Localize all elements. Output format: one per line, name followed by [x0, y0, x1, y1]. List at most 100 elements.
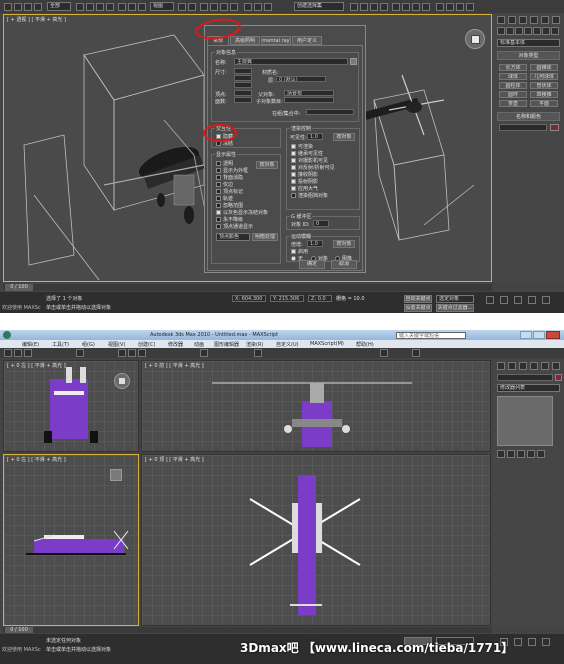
percent-snap-icon[interactable] [220, 3, 228, 11]
vertex-channel-select[interactable]: 顶点颜色 [216, 233, 250, 241]
make-unique-icon[interactable] [517, 450, 525, 458]
pan-icon[interactable] [514, 296, 522, 304]
modifier-stack[interactable] [497, 396, 553, 446]
menu-animation[interactable]: 动画 [194, 341, 204, 348]
see-through-checkbox[interactable] [216, 161, 221, 166]
menu-customize[interactable]: 自定义(U) [276, 341, 299, 348]
blur-none-radio[interactable] [291, 256, 296, 261]
menu-modifiers[interactable]: 修改器 [168, 341, 183, 348]
app-logo-icon[interactable] [3, 331, 11, 339]
utilities-tab-icon[interactable] [552, 16, 560, 24]
object-color-swatch[interactable] [550, 124, 559, 131]
systems-icon[interactable] [551, 27, 559, 35]
spinner-snap-icon[interactable] [230, 3, 238, 11]
menu-maxscript[interactable]: MAXScript(M) [310, 341, 344, 347]
move-icon[interactable] [118, 349, 126, 357]
create-tab-icon[interactable] [497, 16, 505, 24]
ignore-extents-checkbox[interactable] [216, 203, 221, 208]
object-name-field[interactable] [499, 124, 547, 131]
shaded-button[interactable]: 明暗处理 [252, 233, 278, 241]
align-icon[interactable] [264, 3, 272, 11]
name-field[interactable]: 主旋翼 [234, 58, 348, 65]
undo-icon[interactable] [4, 3, 12, 11]
teapot-button[interactable]: 茶壶 [499, 100, 527, 107]
apply-atmospherics-checkbox[interactable] [291, 186, 296, 191]
redo-icon[interactable] [14, 349, 22, 357]
viewcube-icon[interactable] [114, 373, 130, 389]
schematic-view-icon[interactable] [370, 3, 378, 11]
menu-group[interactable]: 组(G) [82, 341, 95, 348]
undo-icon[interactable] [4, 349, 12, 357]
render-by-object-button[interactable]: 按对象 [333, 133, 355, 141]
torus-button[interactable]: 圆环 [499, 91, 527, 98]
right-viewport-top[interactable]: [ + 0 前 ] [ 平滑 + 高光 ] [141, 360, 491, 452]
menu-rendering[interactable]: 渲染(R) [246, 341, 263, 348]
window-crossing-icon[interactable] [106, 3, 114, 11]
hierarchy-tab-icon[interactable] [519, 362, 527, 370]
menu-create[interactable]: 创建(C) [138, 341, 155, 348]
edges-only-checkbox[interactable] [216, 182, 221, 187]
extra-tool-icon-2[interactable] [446, 3, 454, 11]
tube-button[interactable]: 管状体 [530, 82, 558, 89]
menu-graph-editors[interactable]: 图形编辑器 [214, 341, 239, 348]
cast-shadows-checkbox[interactable] [291, 179, 296, 184]
render-setup-icon[interactable] [392, 3, 400, 11]
reference-coordinate-select[interactable]: 视图 [150, 2, 174, 11]
link-icon[interactable] [24, 3, 32, 11]
name-color-swatch[interactable] [350, 58, 357, 65]
mirror-icon[interactable] [254, 3, 262, 11]
primitive-type-dropdown[interactable]: 标准基本体 [497, 39, 560, 47]
motion-tab-icon[interactable] [530, 362, 538, 370]
motion-blur-by-object-button[interactable]: 按对象 [333, 240, 355, 248]
link-icon[interactable] [24, 349, 32, 357]
configure-modifier-sets-icon[interactable] [537, 450, 545, 458]
orbit-icon[interactable] [528, 296, 536, 304]
render-occluded-checkbox[interactable] [291, 193, 296, 198]
key-filter-select[interactable]: 选定对象 [436, 295, 474, 303]
named-selection-set[interactable]: 创建选择集 [294, 2, 344, 11]
pyramid-button[interactable]: 四棱锥 [530, 91, 558, 98]
geosphere-button[interactable]: 几何球体 [530, 73, 558, 80]
helpers-icon[interactable] [533, 27, 541, 35]
pan-icon[interactable] [514, 638, 522, 646]
remove-modifier-icon[interactable] [527, 450, 535, 458]
viewcube-icon[interactable] [110, 469, 122, 481]
show-frozen-gray-checkbox[interactable] [216, 210, 221, 215]
coord-y-field[interactable]: Y: 215.306 [270, 295, 304, 302]
extra-tool-icon-4[interactable] [466, 3, 474, 11]
geometry-icon[interactable] [497, 27, 505, 35]
time-slider[interactable]: 0 / 100 [5, 284, 33, 291]
display-tab-icon[interactable] [541, 16, 549, 24]
select-by-name-icon[interactable] [86, 3, 94, 11]
scale-icon[interactable] [138, 3, 146, 11]
angle-snap-icon[interactable] [210, 3, 218, 11]
tab-advanced-lighting[interactable]: 高级照明 [230, 36, 260, 45]
coord-x-field[interactable]: X: 604.300 [232, 295, 266, 302]
select-manipulate-icon[interactable] [188, 3, 196, 11]
rotate-icon[interactable] [128, 349, 136, 357]
visibility-field[interactable]: 1.0 [307, 133, 323, 140]
select-object-icon[interactable] [76, 3, 84, 11]
menu-views[interactable]: 视图(V) [108, 341, 125, 348]
receive-shadows-checkbox[interactable] [291, 172, 296, 177]
pin-stack-icon[interactable] [497, 450, 505, 458]
minimize-button[interactable] [520, 331, 532, 339]
trajectory-checkbox[interactable] [216, 196, 221, 201]
motion-tab-icon[interactable] [530, 16, 538, 24]
maximize-viewport-icon[interactable] [542, 638, 550, 646]
renderable-checkbox[interactable] [291, 144, 296, 149]
selection-filter[interactable]: 全部 [47, 2, 71, 11]
rendered-frame-icon[interactable] [402, 3, 410, 11]
menu-tools[interactable]: 工具(T) [52, 341, 69, 348]
object-name-field[interactable] [497, 374, 553, 381]
region-select-icon[interactable] [96, 3, 104, 11]
snap-toggle-icon[interactable] [200, 349, 208, 357]
redo-icon[interactable] [14, 3, 22, 11]
extra-tool-icon-1[interactable] [436, 3, 444, 11]
mirror-icon[interactable] [254, 349, 262, 357]
material-editor-icon[interactable] [380, 3, 388, 11]
modifier-list-dropdown[interactable]: 修改器列表 [497, 384, 560, 392]
select-object-icon[interactable] [76, 349, 84, 357]
shapes-icon[interactable] [506, 27, 514, 35]
multiplier-field[interactable]: 1.0 [307, 240, 323, 247]
